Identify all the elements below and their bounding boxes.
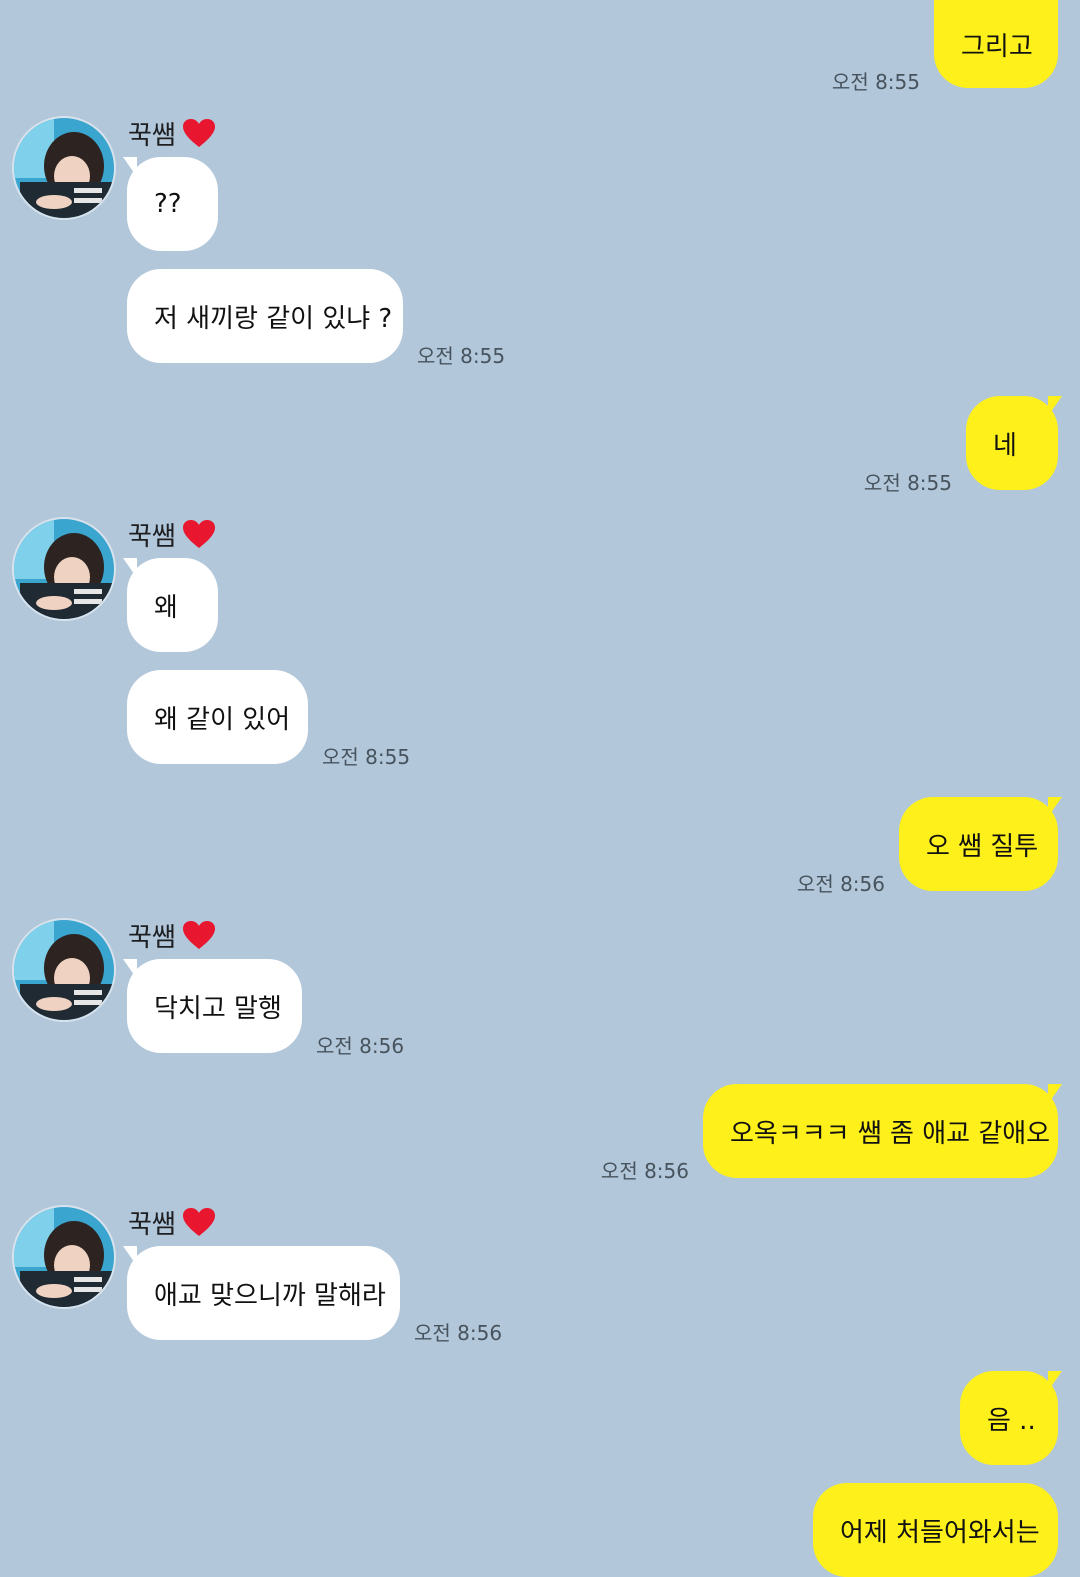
message-text: 저 새끼랑 같이 있냐 ? [154,303,393,334]
message-time: 오전 8:56 [414,1321,503,1345]
avatar[interactable] [14,118,114,218]
message-time: 오전 8:56 [600,1159,689,1183]
message-text: 어제 처들어와서는 [840,1517,1040,1548]
their-message-bubble[interactable]: 애교 맞으니까 말해라 [123,1246,400,1340]
message-text: 오 쌤 질투 [926,831,1039,862]
message-time: 오전 8:55 [831,70,920,94]
their-message-bubble[interactable]: 닥치고 말행 [123,959,302,1053]
message-time: 오전 8:56 [796,872,885,896]
sender-name: 꾹쌤 [128,1205,216,1240]
message-text: 오옥ㅋㅋㅋ 쌤 좀 애교 같애오 [730,1118,1051,1149]
message-time: 오전 8:56 [316,1034,405,1058]
message-text: ?? [154,189,182,219]
sender-name: 꾹쌤 [128,116,216,151]
message-time: 오전 8:55 [863,471,952,495]
my-message-bubble[interactable]: 그리고 [934,0,1058,88]
avatar[interactable] [14,1207,114,1307]
avatar[interactable] [14,920,114,1020]
my-message-bubble[interactable]: 오 쌤 질투 [899,797,1062,891]
heart-icon [182,119,215,147]
heart-icon [182,921,215,949]
sender-name: 꾹쌤 [128,918,216,953]
message-time: 오전 8:55 [322,745,411,769]
message-text: 닥치고 말행 [154,993,282,1024]
my-message-bubble[interactable]: 오옥ㅋㅋㅋ 쌤 좀 애교 같애오 [703,1084,1062,1178]
message-text: 네 [993,430,1017,461]
their-message-bubble[interactable]: ?? [123,157,218,251]
avatar[interactable] [14,519,114,619]
message-text: 왜 [154,592,178,623]
heart-icon [182,520,215,548]
message-time: 오전 8:55 [417,344,506,368]
message-text: 애교 맞으니까 말해라 [154,1280,386,1311]
message-text: 왜 같이 있어 [154,704,291,735]
heart-icon [182,1208,215,1236]
message-text: 음 .. [987,1405,1036,1436]
my-message-bubble[interactable]: 음 .. [960,1371,1062,1465]
my-message-bubble[interactable]: 어제 처들어와서는 [813,1483,1058,1577]
message-text: 그리고 [961,31,1033,62]
their-message-bubble[interactable]: 저 새끼랑 같이 있냐 ? [127,269,403,363]
sender-name: 꾹쌤 [128,517,216,552]
chat-area[interactable]: 그리고 오전 8:55 꾹쌤 ?? 저 새끼랑 같이 있냐 ? 오전 8:55 … [0,0,1080,1577]
my-message-bubble[interactable]: 네 [966,396,1062,490]
their-message-bubble[interactable]: 왜 [123,558,218,652]
their-message-bubble[interactable]: 왜 같이 있어 [127,670,308,764]
